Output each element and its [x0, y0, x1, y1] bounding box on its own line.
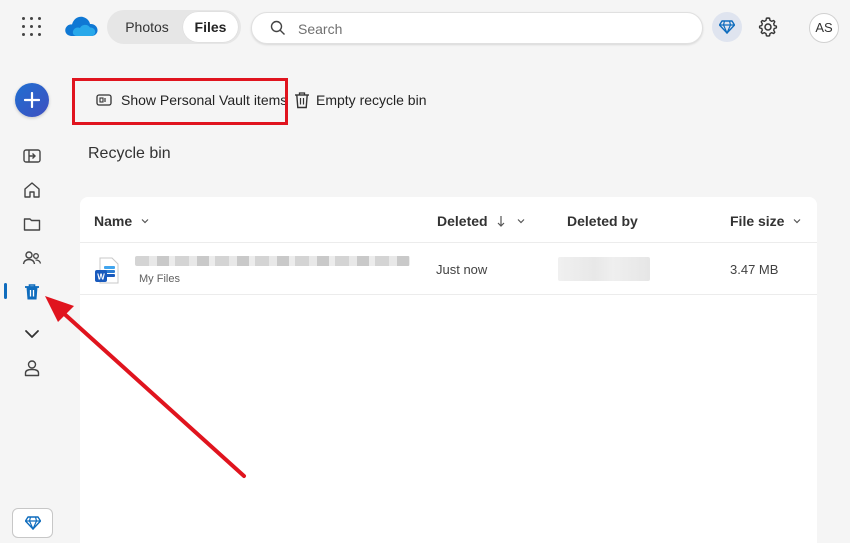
- search-placeholder: Search: [298, 21, 343, 37]
- home-icon: [24, 182, 40, 198]
- column-header-file-size-label: File size: [730, 213, 785, 229]
- search-box[interactable]: Search: [251, 12, 703, 44]
- column-header-name[interactable]: Name: [94, 213, 150, 229]
- sort-descending-icon: [497, 216, 505, 227]
- file-name-redacted[interactable]: [135, 256, 410, 266]
- premium-button[interactable]: [712, 12, 742, 42]
- sidebar-item-recycle-bin[interactable]: [22, 282, 42, 302]
- highlight-box-annotation: [72, 78, 288, 125]
- sidebar-item-shared-in[interactable]: [22, 146, 42, 166]
- onedrive-logo[interactable]: [63, 14, 99, 43]
- chevron-down-icon: [25, 330, 39, 338]
- deleted-time: Just now: [436, 262, 488, 277]
- chevron-down-icon: [794, 219, 801, 224]
- diamond-icon: [24, 516, 41, 530]
- folder-icon: [23, 218, 41, 231]
- column-header-deleted[interactable]: Deleted: [437, 213, 526, 229]
- column-header-file-size[interactable]: File size: [730, 213, 802, 229]
- empty-recycle-bin-label: Empty recycle bin: [316, 92, 427, 108]
- column-header-deleted-by[interactable]: Deleted by: [567, 213, 638, 229]
- diamond-icon: [719, 20, 735, 34]
- page-title: Recycle bin: [88, 145, 171, 162]
- svg-text:W: W: [97, 273, 105, 282]
- premium-upgrade-button[interactable]: [12, 508, 53, 538]
- file-location: My Files: [139, 273, 180, 285]
- file-list: Name Deleted Deleted by File size W My F…: [80, 197, 817, 543]
- settings-gear-icon[interactable]: [756, 15, 780, 44]
- sidebar-item-my-files[interactable]: [22, 214, 42, 234]
- sidebar-item-people[interactable]: [22, 358, 42, 378]
- chevron-down-icon: [141, 219, 149, 224]
- create-new-button[interactable]: [15, 83, 49, 117]
- deleted-by-redacted: [558, 257, 650, 281]
- chevron-down-icon: [517, 219, 525, 224]
- sidebar-expand-button[interactable]: [22, 324, 42, 344]
- column-header-name-label: Name: [94, 213, 133, 229]
- empty-recycle-bin-button[interactable]: Empty recycle bin: [294, 86, 426, 114]
- trash-outline-icon: [295, 92, 309, 109]
- column-header-deleted-by-label: Deleted by: [567, 213, 638, 229]
- avatar[interactable]: AS: [809, 13, 839, 43]
- word-document-icon: W: [94, 256, 120, 291]
- active-indicator: [4, 283, 7, 299]
- app-launcher-icon[interactable]: [22, 17, 42, 37]
- person-icon: [24, 360, 40, 377]
- people-icon: [22, 251, 42, 265]
- file-size: 3.47 MB: [730, 262, 779, 277]
- table-row[interactable]: W My Files Just now 3.47 MB: [80, 243, 817, 295]
- import-icon: [23, 149, 41, 163]
- trash-icon: [25, 284, 39, 300]
- search-icon: [270, 20, 285, 35]
- tab-photos[interactable]: Photos: [111, 12, 183, 42]
- column-header-deleted-label: Deleted: [437, 213, 488, 229]
- tab-files[interactable]: Files: [183, 12, 238, 42]
- plus-icon: [24, 92, 40, 108]
- sidebar-item-shared[interactable]: [22, 248, 42, 268]
- view-switcher: Photos Files: [107, 10, 241, 44]
- sidebar-item-home[interactable]: [22, 180, 42, 200]
